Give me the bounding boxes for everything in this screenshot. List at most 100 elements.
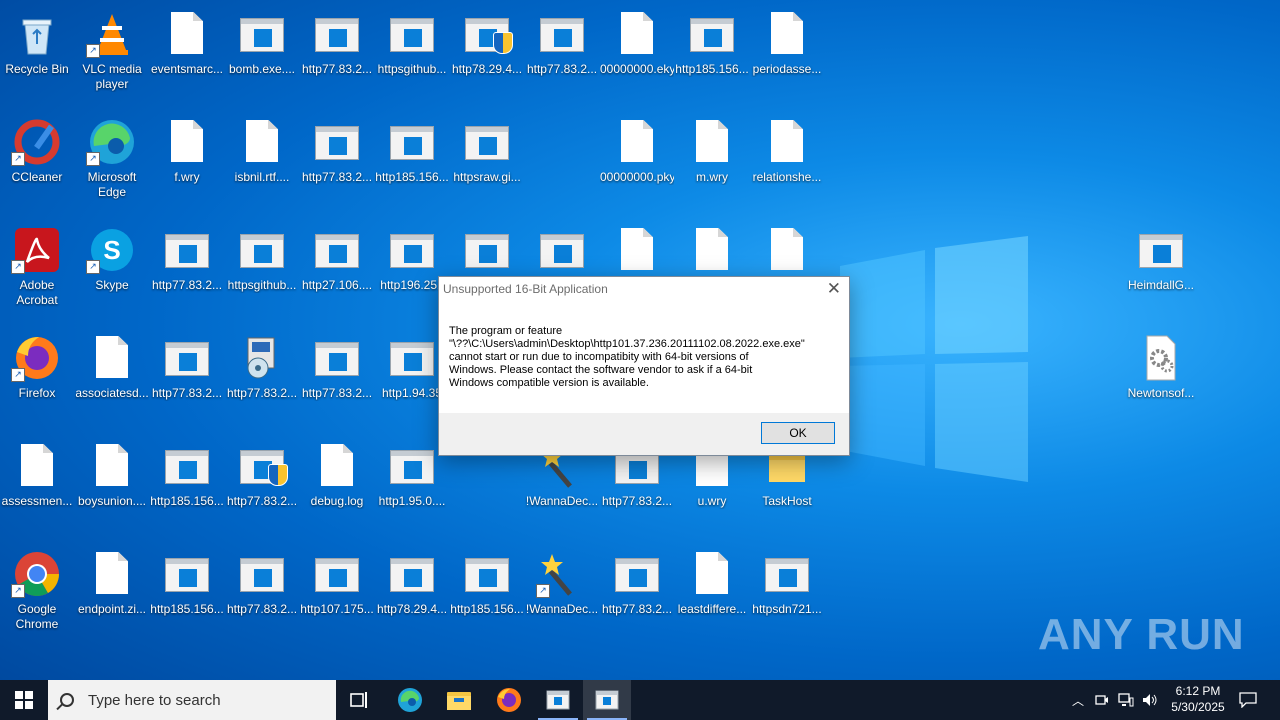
doc-icon	[688, 226, 736, 274]
message-line: Windows compatible version is available.	[449, 377, 649, 389]
desktop-icon[interactable]: S ↗ Skype	[75, 220, 149, 320]
doc-icon	[688, 550, 736, 598]
desktop-icon[interactable]: m.wry	[675, 112, 749, 212]
desktop-icon[interactable]: http185.156...	[375, 112, 449, 212]
desktop-icon-label: http27.106....	[301, 278, 373, 292]
desktop-icon[interactable]: http77.83.2...	[150, 220, 224, 320]
desktop-icon-label: periodasse...	[752, 62, 822, 76]
chevron-up-icon[interactable]: ︿	[1068, 680, 1088, 720]
desktop-icon[interactable]: httpsraw.gi...	[450, 112, 524, 212]
network-icon[interactable]	[1116, 680, 1136, 720]
desktop-icon[interactable]: http77.83.2...	[300, 4, 374, 104]
desktop-icon[interactable]: http77.83.2...	[225, 328, 299, 428]
notification-center-icon[interactable]	[1236, 680, 1260, 720]
desktop-icon[interactable]: endpoint.zi...	[75, 544, 149, 644]
desktop-icon[interactable]: http107.175...	[300, 544, 374, 644]
desktop-icon[interactable]: relationshe...	[750, 112, 824, 212]
desktop-icon[interactable]: ↗ Microsoft Edge	[75, 112, 149, 212]
desktop-icon[interactable]: ↗ Google Chrome	[0, 544, 74, 644]
desktop-icon[interactable]: debug.log	[300, 436, 374, 536]
setup-icon	[238, 334, 286, 382]
desktop-icon[interactable]: ↗ Adobe Acrobat	[0, 220, 74, 320]
desktop-icon-label: http78.29.4...	[451, 62, 523, 76]
ok-button[interactable]: OK	[761, 422, 835, 444]
desktop-icon-label: 00000000.eky	[600, 62, 674, 76]
desktop-icon-label: httpsgithub...	[227, 278, 297, 292]
desktop-icon-label: !WannaDec...	[525, 494, 599, 508]
chrome-icon: ↗	[11, 550, 61, 598]
desktop-icon[interactable]: ↗ VLC media player	[75, 4, 149, 104]
desktop-icon[interactable]: http27.106....	[300, 220, 374, 320]
desktop-icon[interactable]: Newtonsof...	[1124, 328, 1198, 428]
desktop-icon[interactable]: bomb.exe....	[225, 4, 299, 104]
windows-logo-wallpaper	[840, 236, 1028, 482]
desktop-icon[interactable]: associatesd...	[75, 328, 149, 428]
desktop-icon[interactable]: http185.156...	[150, 544, 224, 644]
file-explorer-icon[interactable]	[435, 680, 483, 720]
desktop-icon[interactable]: leastdiffere...	[675, 544, 749, 644]
desktop-icon[interactable]: HeimdallG...	[1124, 220, 1198, 320]
app-icon	[388, 10, 436, 58]
desktop-icon[interactable]: httpsdn721...	[750, 544, 824, 644]
desktop-icon[interactable]: ↗ !WannaDec...	[525, 544, 599, 644]
desktop-icon[interactable]: boysunion....	[75, 436, 149, 536]
app-icon	[238, 442, 288, 490]
app-icon	[313, 118, 361, 166]
app-window-icon[interactable]	[583, 680, 631, 720]
app-icon	[238, 226, 286, 274]
desktop-icon-label: eventsmarc...	[150, 62, 224, 76]
desktop-icon[interactable]: httpsgithub...	[225, 220, 299, 320]
app-icon	[463, 226, 511, 274]
app-icon	[463, 10, 513, 58]
taskbar: Type here to search ︿ 6:12 PM 5/30/2025	[0, 680, 1280, 720]
desktop-icon[interactable]: http77.83.2...	[225, 544, 299, 644]
gear-icon	[1137, 334, 1185, 382]
desktop-icon[interactable]: http185.156...	[450, 544, 524, 644]
desktop-icon[interactable]: http185.156...	[675, 4, 749, 104]
meet-now-icon[interactable]	[1092, 680, 1112, 720]
doc-icon	[763, 226, 811, 274]
edge-icon[interactable]	[386, 680, 434, 720]
desktop-icon-label: Skype	[95, 278, 129, 292]
shortcut-arrow-icon: ↗	[11, 368, 25, 382]
doc-icon	[763, 118, 811, 166]
app-window-icon[interactable]	[534, 680, 582, 720]
desktop-icon-label: http185.156...	[675, 62, 749, 76]
start-button[interactable]	[0, 680, 48, 720]
desktop-icon[interactable]: http77.83.2...	[300, 112, 374, 212]
task-view-icon[interactable]	[336, 680, 384, 720]
desktop-icon[interactable]: isbnil.rtf....	[225, 112, 299, 212]
desktop-icon[interactable]: ↗ Firefox	[0, 328, 74, 428]
desktop-icon[interactable]: Recycle Bin	[0, 4, 74, 104]
desktop-icon[interactable]: http77.83.2...	[225, 436, 299, 536]
desktop-icon-label: http77.83.2...	[226, 602, 298, 616]
desktop-icon-label: HeimdallG...	[1127, 278, 1195, 292]
desktop-icon[interactable]: http78.29.4...	[450, 4, 524, 104]
desktop-icon[interactable]: http77.83.2...	[150, 328, 224, 428]
desktop-icon[interactable]: http77.83.2...	[600, 544, 674, 644]
desktop-icon[interactable]: 00000000.eky	[600, 4, 674, 104]
desktop-icon[interactable]: eventsmarc...	[150, 4, 224, 104]
taskbar-search-box[interactable]: Type here to search	[48, 680, 336, 720]
desktop-icon-label: endpoint.zi...	[77, 602, 147, 616]
volume-icon[interactable]	[1140, 680, 1160, 720]
desktop-icon[interactable]: periodasse...	[750, 4, 824, 104]
desktop-icon-label: !WannaDec...	[525, 602, 599, 616]
desktop-icon[interactable]: http185.156...	[150, 436, 224, 536]
desktop-icon[interactable]: httpsgithub...	[375, 4, 449, 104]
desktop-icon[interactable]: http77.83.2...	[525, 4, 599, 104]
firefox-icon[interactable]	[485, 680, 533, 720]
desktop-icon[interactable]: assessmen...	[0, 436, 74, 536]
desktop-icon-label: Recycle Bin	[5, 62, 69, 76]
desktop-icon-label: http77.83.2...	[526, 62, 598, 76]
message-line: "\??\C:\Users\admin\Desktop\http101.37.2…	[449, 338, 805, 350]
desktop-icon[interactable]: http78.29.4...	[375, 544, 449, 644]
taskbar-clock[interactable]: 6:12 PM 5/30/2025	[1160, 683, 1236, 715]
doc-icon	[88, 442, 136, 490]
shortcut-arrow-icon: ↗	[86, 152, 100, 166]
desktop-icon[interactable]: ↗ CCleaner	[0, 112, 74, 212]
desktop-icon[interactable]: 00000000.pky	[600, 112, 674, 212]
desktop-icon[interactable]: f.wry	[150, 112, 224, 212]
desktop-icon[interactable]: http77.83.2...	[300, 328, 374, 428]
close-icon[interactable]: ✕	[827, 279, 841, 299]
